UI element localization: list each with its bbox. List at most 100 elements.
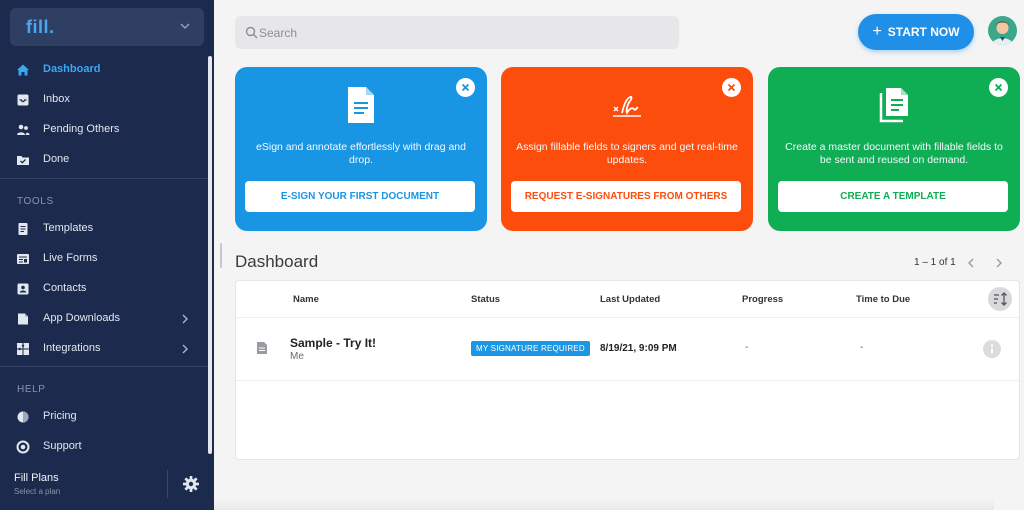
inbox-icon [17, 94, 29, 106]
sidebar-item-label: Templates [43, 222, 94, 234]
plans-title: Fill Plans [14, 472, 59, 484]
puzzle-icon [17, 343, 29, 355]
sidebar-item-support[interactable]: Support [0, 434, 210, 460]
close-icon [727, 83, 736, 92]
sort-button[interactable] [988, 287, 1012, 311]
esign-first-document-button[interactable]: E-SIGN YOUR FIRST DOCUMENT [245, 181, 475, 212]
plans-subtitle: Select a plan [14, 487, 61, 496]
row-actions-button[interactable] [983, 340, 1001, 358]
chevron-down-icon [180, 23, 190, 30]
chevron-right-icon [182, 344, 188, 354]
sidebar-item-label: Pricing [43, 410, 77, 422]
users-icon [17, 124, 30, 135]
contacts-icon [17, 283, 29, 295]
sidebar-item-pending-others[interactable]: Pending Others [0, 117, 210, 143]
divider [236, 317, 1019, 318]
section-label-tools: TOOLS [17, 196, 54, 207]
sort-icon [994, 292, 1007, 306]
last-updated-value: 8/19/21, 9:09 PM [600, 343, 677, 354]
sidebar-item-contacts[interactable]: Contacts [0, 276, 210, 302]
search-icon [245, 26, 258, 39]
document-name[interactable]: Sample - Try It! [290, 336, 376, 350]
column-header-status[interactable]: Status [471, 294, 500, 305]
sidebar-item-integrations[interactable]: Integrations [0, 336, 210, 362]
column-header-last-updated[interactable]: Last Updated [600, 294, 660, 305]
time-to-due-value: - [860, 342, 864, 353]
close-button[interactable] [989, 78, 1008, 97]
user-avatar-image [988, 16, 1017, 45]
close-button[interactable] [456, 78, 475, 97]
sidebar-item-pricing[interactable]: Pricing [0, 404, 210, 430]
divider [0, 366, 210, 367]
sidebar-item-label: Contacts [43, 282, 87, 294]
start-now-label: START NOW [887, 25, 960, 39]
close-icon [994, 83, 1003, 92]
sidebar-scrollbar[interactable] [208, 56, 212, 454]
document-owner: Me [290, 351, 304, 362]
page-title: Dashboard [235, 252, 319, 271]
home-icon [17, 64, 29, 76]
fill-logo: fill. [26, 17, 55, 37]
workspace-switcher[interactable]: fill. [10, 8, 204, 46]
request-esignatures-button[interactable]: REQUEST E-SIGNATURES FROM OTHERS [511, 181, 741, 212]
info-icon [990, 344, 994, 354]
templates-icon [18, 223, 28, 235]
folder-check-icon [17, 156, 29, 165]
download-icon [18, 313, 28, 325]
template-card: Create a master document with fillable f… [768, 67, 1020, 231]
start-now-button[interactable]: + START NOW [858, 14, 974, 50]
sidebar-item-done[interactable]: Done [0, 147, 210, 173]
sidebar-item-label: Live Forms [43, 252, 98, 264]
search-bar[interactable] [235, 16, 679, 49]
sidebar-item-label: Pending Others [43, 123, 120, 135]
create-template-button[interactable]: CREATE A TEMPLATE [778, 181, 1008, 212]
pricing-icon [17, 411, 29, 423]
plans-panel[interactable]: Fill Plans Select a plan [0, 462, 214, 510]
sidebar-item-inbox[interactable]: Inbox [0, 87, 210, 113]
avatar[interactable] [988, 16, 1017, 45]
sidebar-item-label: App Downloads [43, 312, 121, 324]
documents-table: Name Status Last Updated Progress Time t… [235, 280, 1020, 460]
gear-icon[interactable] [182, 475, 200, 493]
footer-shadow [214, 498, 994, 510]
sidebar: fill. Dashboard Inbox Pending Others Don… [0, 0, 214, 510]
document-icon [348, 87, 374, 123]
divider [0, 178, 210, 179]
pagination-range: 1 – 1 of 1 [914, 257, 956, 268]
sidebar-item-templates[interactable]: Templates [0, 216, 210, 242]
sidebar-item-dashboard[interactable]: Dashboard [0, 57, 210, 83]
sidebar-item-label: Support [43, 440, 82, 452]
column-header-time-to-due[interactable]: Time to Due [856, 294, 910, 305]
column-header-progress[interactable]: Progress [742, 294, 783, 305]
sidebar-item-app-downloads[interactable]: App Downloads [0, 306, 210, 332]
request-signatures-card: Assign fillable fields to signers and ge… [501, 67, 753, 231]
sidebar-item-label: Integrations [43, 342, 101, 354]
card-description: Create a master document with fillable f… [785, 141, 1003, 166]
sidebar-item-label: Done [43, 153, 70, 165]
search-input[interactable] [259, 22, 659, 43]
column-header-name[interactable]: Name [293, 294, 319, 305]
card-description: eSign and annotate effortlessly with dra… [256, 141, 466, 166]
esign-card: eSign and annotate effortlessly with dra… [235, 67, 487, 231]
document-icon [257, 342, 267, 354]
resize-handle[interactable] [220, 243, 222, 268]
sidebar-item-label: Inbox [43, 93, 70, 105]
plus-icon: + [872, 23, 882, 40]
progress-value: - [745, 342, 749, 353]
close-icon [461, 83, 470, 92]
close-button[interactable] [722, 78, 741, 97]
sidebar-item-live-forms[interactable]: Live Forms [0, 246, 210, 272]
signature-icon [613, 95, 641, 117]
divider [167, 470, 168, 498]
chevron-left-icon[interactable] [965, 256, 977, 270]
chevron-right-icon[interactable] [993, 256, 1005, 270]
template-stack-icon [879, 88, 908, 123]
status-badge: MY SIGNATURE REQUIRED [471, 341, 590, 356]
card-description: Assign fillable fields to signers and ge… [516, 141, 738, 166]
divider [236, 380, 1019, 381]
chevron-right-icon [182, 314, 188, 324]
section-label-help: HELP [17, 384, 46, 395]
sidebar-item-label: Dashboard [43, 63, 101, 75]
forms-icon [17, 254, 29, 264]
support-icon [16, 440, 30, 454]
